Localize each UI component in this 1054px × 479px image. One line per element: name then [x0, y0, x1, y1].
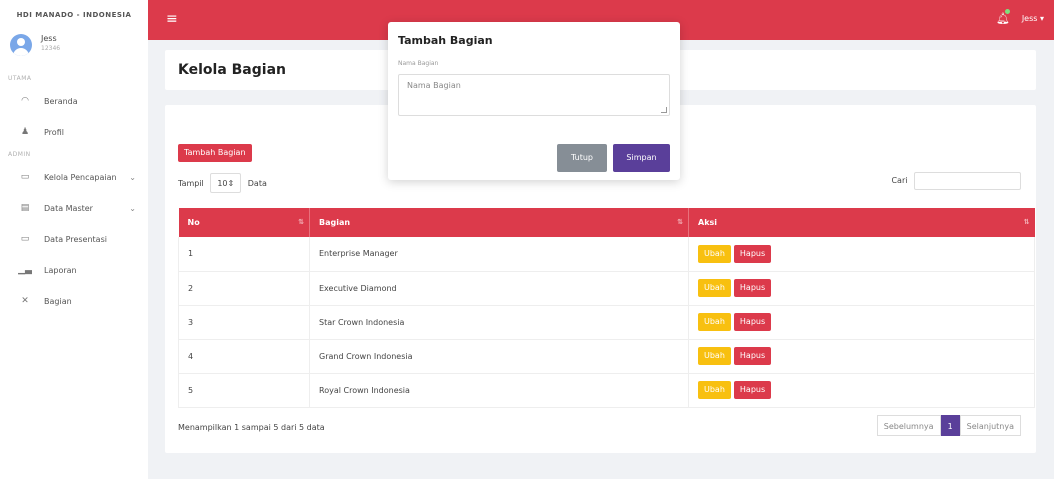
document-icon: ▤	[20, 203, 30, 213]
cell-no: 3	[178, 305, 310, 340]
cell-aksi: Ubah Hapus	[688, 373, 1035, 408]
page-length-control: Tampil 10⇕ Data	[178, 173, 267, 193]
sidebar-item-kelola-pencapaian[interactable]: ▭ Kelola Pencapaian ⌄	[0, 162, 148, 193]
add-bagian-button[interactable]: Tambah Bagian	[178, 144, 252, 162]
search-label: Cari	[891, 176, 908, 185]
delete-button[interactable]: Hapus	[733, 279, 772, 297]
cell-bagian: Grand Crown Indonesia	[309, 339, 689, 374]
cell-no: 5	[178, 373, 310, 408]
edit-button[interactable]: Ubah	[698, 279, 731, 297]
table-row: 3 Star Crown Indonesia Ubah Hapus	[178, 305, 1035, 340]
table-info: Menampilkan 1 sampai 5 dari 5 data	[178, 423, 325, 432]
delete-button[interactable]: Hapus	[733, 381, 772, 399]
page-title: Kelola Bagian	[178, 62, 286, 78]
sidebar-item-label: Bagian	[44, 297, 72, 306]
tools-icon: ✕	[21, 296, 29, 306]
avatar	[10, 34, 32, 56]
window-icon: ▭	[20, 172, 30, 182]
sidebar-item-label: Laporan	[44, 266, 77, 275]
cell-aksi: Ubah Hapus	[688, 305, 1035, 340]
brand-title: HDI MANADO - INDONESIA	[16, 11, 132, 19]
table-row: 1 Enterprise Manager Ubah Hapus	[178, 237, 1035, 272]
search-input[interactable]	[914, 172, 1021, 190]
bagian-table: No ⇅ Bagian ⇅ Aksi ⇅ 1 Enterprise Manager U…	[178, 208, 1035, 408]
cell-bagian: Royal Crown Indonesia	[309, 373, 689, 408]
pagination-page-1[interactable]: 1	[940, 415, 960, 436]
sidebar-item-label: Beranda	[44, 97, 78, 106]
nama-bagian-label: Nama Bagian	[398, 60, 439, 67]
user-id: 12346	[41, 45, 61, 52]
sidebar-item-label: Kelola Pencapaian	[44, 173, 117, 182]
cell-bagian: Star Crown Indonesia	[309, 305, 689, 340]
pagination-next[interactable]: Selanjutnya	[959, 415, 1021, 436]
edit-button[interactable]: Ubah	[698, 381, 731, 399]
chevron-down-icon: ⌄	[129, 173, 136, 182]
bar-chart-icon: ▁▃	[18, 265, 32, 275]
sidebar-item-data-master[interactable]: ▤ Data Master ⌄	[0, 193, 148, 224]
sort-icon: ⇅	[1023, 218, 1030, 226]
column-header-aksi[interactable]: Aksi ⇅	[688, 208, 1035, 237]
sort-icon: ⇅	[298, 218, 304, 226]
page-length-select[interactable]: 10⇕	[210, 173, 242, 193]
sort-icon: ⇅	[677, 218, 683, 226]
cell-aksi: Ubah Hapus	[688, 339, 1035, 374]
edit-button[interactable]: Ubah	[698, 347, 731, 365]
sidebar-item-laporan[interactable]: ▁▃ Laporan	[0, 255, 148, 286]
search-control: Cari	[891, 172, 1021, 190]
section-admin: ADMIN	[8, 151, 31, 158]
screen-icon: ▭	[20, 234, 30, 244]
cell-no: 1	[178, 237, 310, 272]
data-label: Data	[247, 179, 267, 188]
sidebar-item-label: Profil	[44, 128, 64, 137]
table-row: 5 Royal Crown Indonesia Ubah Hapus	[178, 373, 1035, 408]
edit-button[interactable]: Ubah	[698, 313, 731, 331]
cell-aksi: Ubah Hapus	[688, 237, 1035, 272]
show-label: Tampil	[178, 179, 204, 188]
delete-button[interactable]: Hapus	[733, 313, 772, 331]
edit-button[interactable]: Ubah	[698, 244, 731, 263]
pagination: Sebelumnya 1 Selanjutnya	[876, 415, 1021, 436]
save-button[interactable]: Simpan	[613, 144, 670, 172]
sidebar-item-label: Data Master	[44, 204, 93, 213]
add-bagian-modal: Tambah Bagian Nama Bagian Nama Bagian Tu…	[388, 22, 680, 180]
sidebar-item-bagian[interactable]: ✕ Bagian	[0, 286, 148, 317]
user-panel: Jess 12346	[0, 30, 148, 72]
user-name: Jess	[41, 34, 57, 43]
cell-no: 4	[178, 339, 310, 374]
user-menu[interactable]: Jess ▾	[1022, 14, 1044, 23]
sidebar: HDI MANADO - INDONESIA Jess 12346 UTAMA …	[0, 0, 148, 479]
chevron-down-icon: ⌄	[129, 204, 136, 213]
dashboard-icon: ◠	[21, 96, 29, 106]
sidebar-item-profil[interactable]: ♟ Profil	[0, 117, 148, 148]
cell-bagian: Executive Diamond	[309, 271, 689, 306]
hamburger-menu-icon[interactable]: ≡	[166, 12, 178, 26]
nama-bagian-input[interactable]: Nama Bagian	[398, 74, 670, 116]
cell-no: 2	[178, 271, 310, 306]
close-button[interactable]: Tutup	[557, 144, 607, 172]
table-row: 2 Executive Diamond Ubah Hapus	[178, 271, 1035, 306]
page-length-value: 10	[217, 179, 228, 188]
sidebar-item-data-presentasi[interactable]: ▭ Data Presentasi	[0, 224, 148, 255]
section-utama: UTAMA	[8, 75, 32, 82]
cell-aksi: Ubah Hapus	[688, 271, 1035, 306]
notification-dot	[1005, 9, 1010, 14]
column-header-no[interactable]: No ⇅	[178, 208, 310, 237]
column-header-bagian[interactable]: Bagian ⇅	[309, 208, 689, 237]
modal-title: Tambah Bagian	[398, 34, 493, 47]
sidebar-item-beranda[interactable]: ◠ Beranda	[0, 86, 148, 117]
delete-button[interactable]: Hapus	[733, 244, 772, 263]
sidebar-item-label: Data Presentasi	[44, 235, 107, 244]
cell-bagian: Enterprise Manager	[309, 237, 689, 272]
user-icon: ♟	[20, 127, 30, 137]
delete-button[interactable]: Hapus	[733, 347, 772, 365]
table-row: 4 Grand Crown Indonesia Ubah Hapus	[178, 339, 1035, 374]
pagination-prev[interactable]: Sebelumnya	[876, 415, 941, 436]
